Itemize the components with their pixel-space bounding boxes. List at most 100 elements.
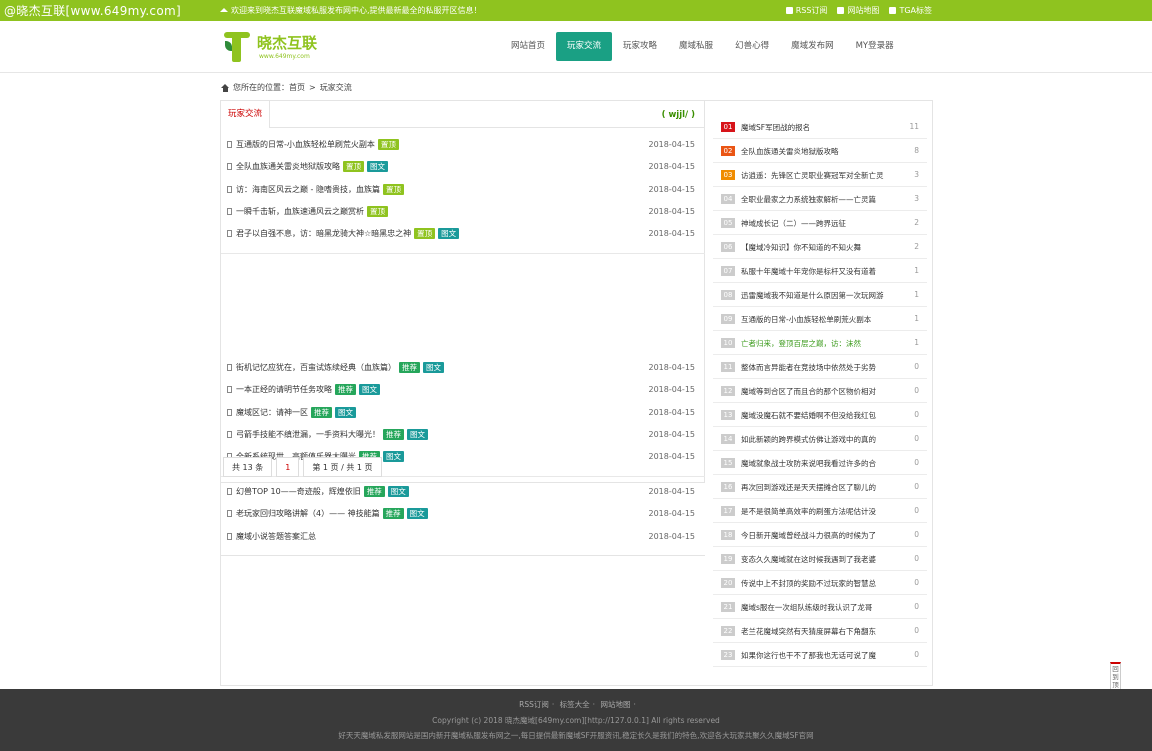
ranking-title-link[interactable]: 整体而言异能者在竞技场中依然处于劣势 [741,362,891,373]
ranking-count: 0 [914,650,919,659]
article-title-link[interactable]: 全队血族通关雷炎地狱版攻略 [236,161,340,172]
article-title-link[interactable]: 互通版的日常-小血族轻松单刷荒火副本 [236,139,375,150]
site-logo[interactable]: 晓杰互联 www.649my.com [222,29,332,65]
ranking-count: 1 [914,290,919,299]
rank-number-badge: 18 [721,530,735,540]
ranking-title-link[interactable]: 是不是很简单高效率的刷蛋方法呢估计没 [741,506,891,517]
rank-number-badge: 13 [721,410,735,420]
document-icon [227,230,232,238]
rank-number-badge: 23 [721,650,735,660]
ranking-title-link[interactable]: 魔域等到合区了而且合的那个区物价相对 [741,386,891,397]
article-title-wrap: 一本正经的请明节任务攻略 推荐 图文 [236,384,380,396]
article-title-link[interactable]: 魔域小说答题答案汇总 [236,531,316,542]
footer-sitemap-link[interactable]: 网站地图 [600,700,630,709]
ranking-title-link[interactable]: 变态久久魔域就在这时候我遇到了我老婆 [741,554,891,565]
rank-number-badge: 07 [721,266,735,276]
article-date: 2018-04-15 [648,509,696,519]
article-row: 幻兽TOP 10——奇迹般，辉煌依旧 推荐 图文 2018-04-15 [221,483,705,501]
article-badge: 图文 [359,384,380,396]
ranking-item: 21 魔域s服在一次组队练级时我认识了龙哥 0 [713,595,927,619]
nav-launcher[interactable]: MY登录器 [845,32,905,61]
document-icon [227,510,232,518]
ranking-title-link[interactable]: 迅雷魔域我不知道是什么原因第一次玩网游 [741,290,891,301]
ranking-title-link[interactable]: 魔域s服在一次组队练级时我认识了龙哥 [741,602,891,613]
breadcrumb-home[interactable]: 首页 [289,82,305,93]
article-title-link[interactable]: 幻兽TOP 10——奇迹般，辉煌依旧 [236,486,361,497]
ranking-title-link[interactable]: 魔域没魔石就不要结婚啊不但没给我红包 [741,410,891,421]
breadcrumb-current[interactable]: 玩家交流 [320,82,352,93]
pager-page-1[interactable]: 1 [276,457,300,477]
footer-rss-link[interactable]: RSS订阅 [519,700,549,709]
ranking-title-link[interactable]: 老兰花魔域突然有天猜度屏幕右下角翻东 [741,626,891,637]
ranking-title-link[interactable]: 互通版的日常-小血族轻松单刷荒火副本 [741,314,891,325]
article-title-link[interactable]: 君子以自强不息，访：暗黑龙骑大神☆暗黑忠之神 [236,228,411,239]
ranking-item: 01 魔域SF军团战的报名 11 [713,115,927,139]
nav-player-guides[interactable]: 玩家攻略 [612,32,668,61]
nav-home[interactable]: 网站首页 [500,32,556,61]
ranking-title-link[interactable]: 全职业最家之力系统独家解析——亡灵篇 [741,194,891,205]
ranking-item: 11 整体而言异能者在竞技场中依然处于劣势 0 [713,355,927,379]
article-date: 2018-04-15 [648,452,696,462]
ranking-item: 02 全队血族通关雷炎地狱版攻略 8 [713,139,927,163]
ranking-item: 20 传说中上不封顶的奖励不过玩家的智慧总 0 [713,571,927,595]
rank-number-badge: 04 [721,194,735,204]
ranking-item: 05 神域成长记（二）——跨界远征 2 [713,211,927,235]
nav-pet-tips[interactable]: 幻兽心得 [724,32,780,61]
rss-link[interactable]: RSS订阅 [785,5,827,16]
nav-player-exchange[interactable]: 玩家交流 [556,32,613,61]
nav-private-servers[interactable]: 魔域私服 [668,32,724,61]
ranking-title-link[interactable]: 全队血族通关雷炎地狱版攻略 [741,146,891,157]
document-icon [227,488,232,495]
ranking-count: 11 [909,122,919,131]
ranking-title-link[interactable]: 传说中上不封顶的奖励不过玩家的智慧总 [741,578,891,589]
article-title-link[interactable]: 一瞬千击斩，血族速通风云之巅赏析 [236,206,364,217]
ranking-title-link[interactable]: 访逍遥：先锋区亡灵职业赛冠军对全新亡灵 [741,170,891,181]
footer-copyright: Copyright (c) 2018 晓杰魔域[649my.com][http:… [432,716,720,725]
footer-tags-link[interactable]: 标签大全 [560,700,590,709]
panel-header: 玩家交流 ( wjjl/ ) [221,101,705,128]
rank-number-badge: 10 [721,338,735,348]
article-badge: 图文 [387,486,409,497]
article-title-wrap: 魔域小说答题答案汇总 [236,531,316,542]
panel-tab[interactable]: 玩家交流 [221,101,271,128]
top-links: RSS订阅 网站地图 TGA标签 [785,5,932,16]
rank-number-badge: 16 [721,482,735,492]
sitemap-link[interactable]: 网站地图 [837,5,879,16]
ranking-title-link[interactable]: 私服十年魔域十年宠你是标杆又没有道着 [741,266,891,277]
article-title-wrap: 街机记忆应犹在，百蛮试炼续经典（血族篇） 推荐 图文 [236,362,444,373]
ranking-title-link[interactable]: 【魔域冷知识】你不知道的不知火舞 [741,242,891,253]
ranking-title-link[interactable]: 今日新开魔域曾经战斗力很高的时候为了 [741,530,891,541]
article-title-link[interactable]: 访：海南区风云之巅 - 隐嗜贵技，血族篇 [236,184,380,195]
nav-release-site[interactable]: 魔域发布网 [780,32,845,61]
article-title-wrap: 互通版的日常-小血族轻松单刷荒火副本 置顶 [236,139,399,150]
article-badge: 图文 [438,228,460,240]
article-title-link[interactable]: 街机记忆应犹在，百蛮试炼续经典（血族篇） [236,362,396,373]
ranking-title-link[interactable]: 亡者归来，登顶百层之巅，访：沫然 [741,338,891,349]
ranking-item: 03 访逍遥：先锋区亡灵职业赛冠军对全新亡灵 3 [713,163,927,187]
document-icon [227,163,232,171]
welcome-message: 欢迎来到晓杰互联魔域私服发布网中心,提供最新最全的私服开区信息！ [220,5,482,16]
article-title-link[interactable]: 一本正经的请明节任务攻略 [236,384,332,395]
ranking-title-link[interactable]: 魔域SF军团战的报名 [741,122,891,133]
ranking-item: 08 迅雷魔域我不知道是什么原因第一次玩网游 1 [713,283,927,307]
article-title-link[interactable]: 弓箭手技能不缜泄漏，一手资料大曝光！ [236,429,380,440]
rank-number-badge: 05 [721,218,735,228]
article-title-link[interactable]: 魔域区记：请神一区 [236,407,308,418]
rank-number-badge: 03 [721,170,735,180]
tga-tags-link[interactable]: TGA标签 [889,5,932,16]
home-icon [220,7,228,12]
article-title-wrap: 幻兽TOP 10——奇迹般，辉煌依旧 推荐 图文 [236,486,409,497]
main-container: 玩家交流 ( wjjl/ ) 互通版的日常-小血族轻松单刷荒火副本 置顶 2018-… [220,100,933,686]
article-title-link[interactable]: 老玩家回归攻略讲解（4）—— 神技能篇 [236,508,380,519]
ranking-title-link[interactable]: 魔域就象战士攻防来说吧我看过许多的合 [741,458,891,469]
article-row: 君子以自强不息，访：暗黑龙骑大神☆暗黑忠之神 置顶 图文 2018-04-15 [221,225,705,243]
ranking-title-link[interactable]: 神域成长记（二）——跨界远征 [741,218,891,229]
ranking-item: 06 【魔域冷知识】你不知道的不知火舞 2 [713,235,927,259]
article-title-wrap: 弓箭手技能不缜泄漏，一手资料大曝光！ 推荐 图文 [236,428,428,440]
ranking-title-link[interactable]: 如此新颖的跨界模式仿佛让游戏中的真的 [741,434,891,445]
document-icon [227,532,232,540]
ranking-title-link[interactable]: 如果你这行也干不了那我也无话可说了魔 [741,650,891,661]
ranking-title-link[interactable]: 再次回到游戏还是天天摆摊合区了聊儿的 [741,482,891,493]
article-title-wrap: 魔域区记：请神一区 推荐 图文 [236,406,356,418]
article-badge: 图文 [406,508,428,520]
